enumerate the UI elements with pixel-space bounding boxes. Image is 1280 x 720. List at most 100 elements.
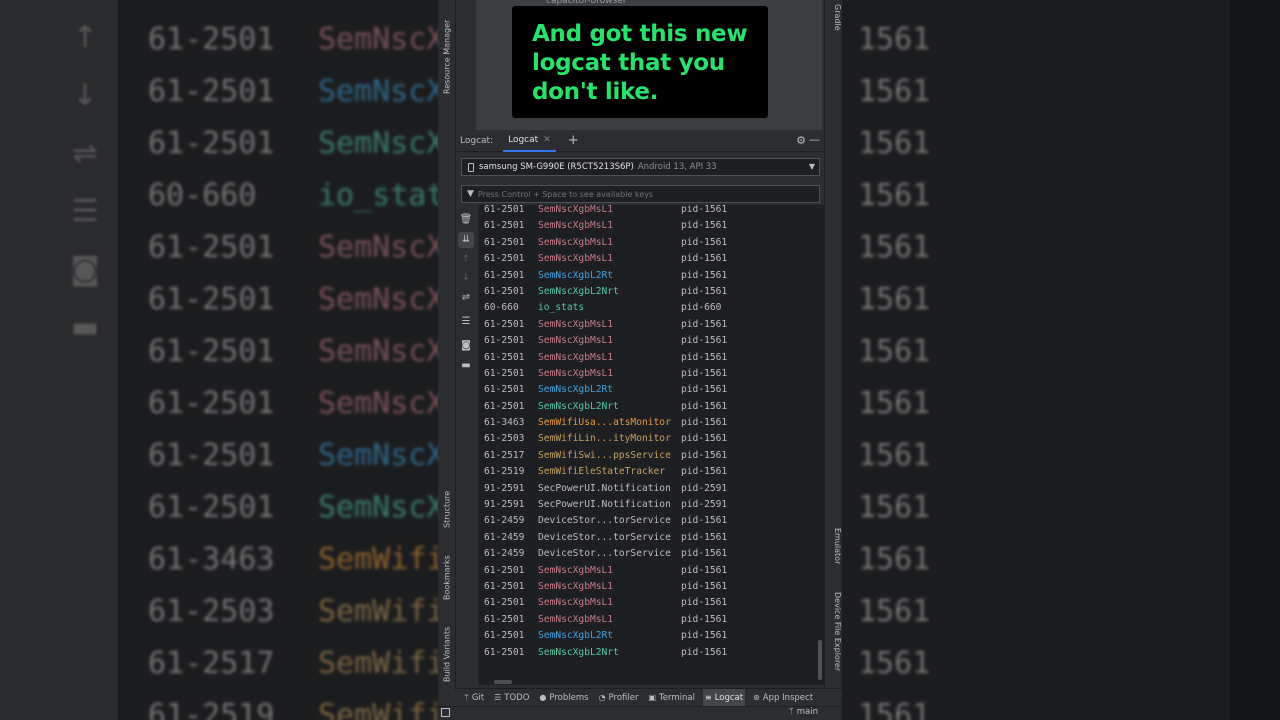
tab-build-variants[interactable]: Build Variants <box>439 612 455 682</box>
background-pid-right: 1561 <box>858 126 931 161</box>
background-log-pids: 1561 1561 1561 1561 1561 1561 1561 1561 1561 1561… <box>858 14 930 720</box>
log-row[interactable]: 61-2501 SemNscXgbL2Nrt pid-1561 <box>484 399 727 415</box>
background-pid-right: 1561 <box>858 74 931 109</box>
format-icon[interactable]: ☰ <box>458 314 474 330</box>
log-row[interactable]: 61-2501 SemNscXgbMsL1 pid-1561 <box>484 579 727 595</box>
log-row[interactable]: 61-2501 SemNscXgbMsL1 pid-1561 <box>484 317 727 333</box>
log-row[interactable]: 61-2501 SemNscXgbMsL1 pid-1561 <box>484 251 727 267</box>
log-row[interactable]: 61-2501 SemNscXgbMsL1 pid-1561 <box>484 350 727 366</box>
vertical-scrollbar[interactable] <box>818 640 822 680</box>
log-row[interactable]: 61-2501 SemNscXgbL2Rt pid-1561 <box>484 268 727 284</box>
camera-icon[interactable]: ◙ <box>458 338 474 354</box>
tab-terminal[interactable]: ▣ Terminal <box>646 689 696 707</box>
log-row[interactable]: 61-2501 SemNscXgbMsL1 pid-1561 <box>484 366 727 382</box>
logcat-toolbar: 🗑 ⇊ ↑ ↓ ⇌ ☰ ◙ ▬ <box>456 208 476 678</box>
filter-bar: ▼ <box>461 185 820 203</box>
branch-icon: ᛘ <box>788 707 794 717</box>
layout-icon[interactable] <box>441 708 450 717</box>
git-branch[interactable]: ᛘ main <box>789 707 818 717</box>
tab-bookmarks[interactable]: Bookmarks <box>439 542 455 600</box>
problems-icon: ● <box>539 693 547 702</box>
tab-emulator[interactable]: Emulator <box>826 528 842 564</box>
tab-resource-manager[interactable]: Resource Manager <box>439 10 455 94</box>
tab-app-inspect[interactable]: ⊛ App Inspect <box>751 689 815 707</box>
background-tag: io_stat <box>318 178 445 213</box>
log-pid: 61-2503 <box>484 433 525 445</box>
log-row[interactable]: 61-2459 DeviceStor...torService pid-1561 <box>484 546 727 562</box>
log-pid: 91-2591 <box>484 499 525 511</box>
arrow-up-icon[interactable]: ↑ <box>458 252 474 268</box>
tab-device-file-explorer[interactable]: Device File Explorer <box>826 592 842 671</box>
phone-icon <box>468 162 474 172</box>
log-pid: 61-2519 <box>484 466 525 478</box>
log-row[interactable]: 61-2501 SemNscXgbMsL1 pid-1561 <box>484 235 727 251</box>
bottom-tab-label: Git <box>471 692 485 703</box>
tab-git[interactable]: ᛘ Git <box>462 689 486 707</box>
log-row[interactable]: 61-2501 SemNscXgbL2Rt pid-1561 <box>484 628 727 644</box>
background-log-rows: 61-2501 SemNscX 61-2501 SemNscX 61-2501 SemNs… <box>148 14 448 720</box>
log-row[interactable]: 91-2591 SecPowerUI.Notification pid-2591 <box>484 497 727 513</box>
log-row[interactable]: 60-660 io_stats pid-660 <box>484 300 727 316</box>
background-row: 61-2501 SemNscX <box>148 118 448 170</box>
log-pid: 61-2517 <box>484 449 525 461</box>
background-pid-right: 1561 <box>858 22 931 57</box>
tab-logcat[interactable]: Logcat ✕ <box>503 130 556 152</box>
trash-icon[interactable]: 🗑 <box>458 212 474 228</box>
arrow-down-icon[interactable]: ↓ <box>458 270 474 286</box>
soft-wrap-icon[interactable]: ⇌ <box>458 290 474 306</box>
log-pid: 61-2501 <box>484 400 525 412</box>
log-row[interactable]: 61-2501 SemNscXgbL2Nrt pid-1561 <box>484 645 727 661</box>
tab-problems[interactable]: ● Problems <box>537 689 590 707</box>
log-pid: 61-2501 <box>484 220 525 232</box>
logcat-output[interactable]: 61-2501 SemNscXgbMsL1 pid-1561 61-2501 SemNs… <box>478 205 824 685</box>
filter-input[interactable] <box>477 187 808 201</box>
log-process: pid-1561 <box>681 417 728 429</box>
minimize-icon[interactable]: — <box>809 133 820 146</box>
caption-text: And got this new logcat that you don't l… <box>532 21 748 105</box>
log-row[interactable]: 61-2501 SemNscXgbMsL1 pid-1561 <box>484 563 727 579</box>
log-row[interactable]: 91-2591 SecPowerUI.Notification pid-2591 <box>484 481 727 497</box>
log-row[interactable]: 61-2501 SemNscXgbMsL1 pid-1561 <box>484 218 727 234</box>
device-selector[interactable]: samsung SM-G990E (R5CT5213S6P) Android 1… <box>461 158 820 176</box>
close-icon[interactable]: ✕ <box>543 129 551 151</box>
video-icon[interactable]: ▬ <box>458 358 474 374</box>
background-pid: 61-2501 <box>148 22 275 57</box>
log-row[interactable]: 61-2501 SemNscXgbMsL1 pid-1561 <box>484 612 727 628</box>
background-tag: SemNscX <box>318 490 445 525</box>
log-row[interactable]: 61-2519 SemWifiEleStateTracker pid-1561 <box>484 464 727 480</box>
log-row[interactable]: 61-2501 SemNscXgbMsL1 pid-1561 <box>484 595 727 611</box>
log-process: pid-1561 <box>681 367 728 379</box>
background-tag: SemNscX <box>318 230 445 265</box>
background-pid: 61-2501 <box>148 438 275 473</box>
log-row[interactable]: 61-2459 DeviceStor...torService pid-1561 <box>484 513 727 529</box>
log-tag: SemNscXgbMsL1 <box>538 205 614 215</box>
gear-icon[interactable]: ⚙ <box>796 134 806 147</box>
log-row[interactable]: 61-2501 SemNscXgbL2Rt pid-1561 <box>484 382 727 398</box>
log-pid: 61-2501 <box>484 335 525 347</box>
tab-structure[interactable]: Structure <box>439 478 455 528</box>
log-row[interactable]: 61-2501 SemNscXgbL2Nrt pid-1561 <box>484 284 727 300</box>
log-row[interactable]: 61-2503 SemWifiLin...ityMonitor pid-1561 <box>484 431 727 447</box>
bottom-tab-label: Profiler <box>608 692 639 703</box>
log-row[interactable]: 61-2517 SemWifiSwi...ppsService pid-1561 <box>484 448 727 464</box>
horizontal-scrollbar[interactable] <box>494 680 512 684</box>
log-row[interactable]: 61-2501 SemNscXgbMsL1 pid-1561 <box>484 333 727 349</box>
log-row[interactable]: 61-2459 DeviceStor...torService pid-1561 <box>484 530 727 546</box>
tab-profiler[interactable]: ◔ Profiler <box>597 689 641 707</box>
camera-icon: ◙ <box>70 252 100 287</box>
background-pid-right: 1561 <box>858 594 931 629</box>
log-tag: SemWifiEleStateTracker <box>538 466 666 478</box>
log-row[interactable]: 61-3463 SemWifiUsa...atsMonitor pid-1561 <box>484 415 727 431</box>
scroll-to-end-icon[interactable]: ⇊ <box>458 232 474 248</box>
log-process: pid-1561 <box>681 220 728 232</box>
add-tab-icon[interactable]: + <box>568 133 579 148</box>
background-pid: 61-2519 <box>148 698 275 720</box>
tab-logcat[interactable]: ≡ Logcat <box>702 688 746 707</box>
background-tag: SemWifi <box>318 646 445 681</box>
tab-todo[interactable]: ☰ TODO <box>492 689 531 707</box>
log-process: pid-1561 <box>681 269 728 281</box>
log-process: pid-660 <box>681 302 722 314</box>
log-row[interactable]: 61-2501 SemNscXgbMsL1 pid-1561 <box>484 205 727 218</box>
tab-gradle[interactable]: Gradle <box>826 4 842 31</box>
background-tag: SemNscX <box>318 22 445 57</box>
